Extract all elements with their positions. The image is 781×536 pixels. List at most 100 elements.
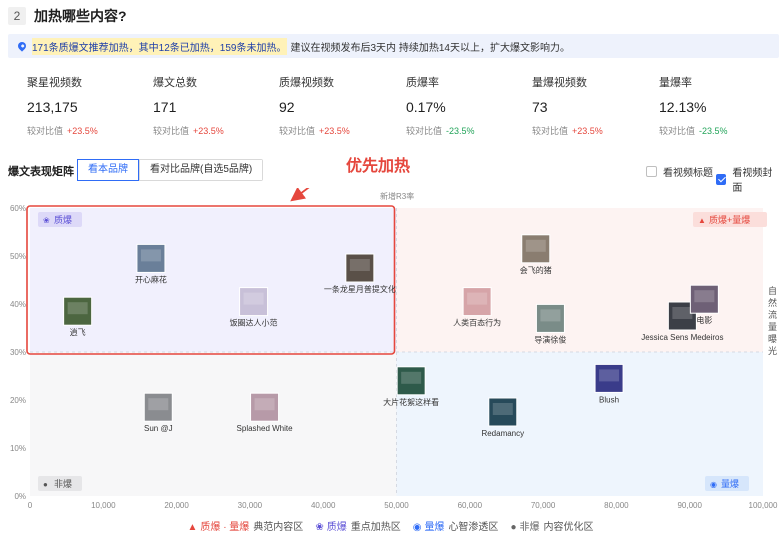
- scatter-point[interactable]: 导演徐俊: [534, 303, 566, 344]
- metric-label: 爆文总数: [153, 77, 197, 89]
- y-tick-label: 30%: [10, 348, 26, 357]
- metric-card: 聚星视频数 213,175 较对比值 +23.5%: [27, 74, 147, 137]
- checkbox-checked-icon[interactable]: [716, 173, 727, 185]
- legend-desc: 典范内容区: [253, 522, 304, 533]
- metric-compare-label: 较对比值: [406, 126, 443, 136]
- tab-compare-brands[interactable]: 看对比品牌(自选5品牌): [139, 160, 263, 180]
- point-label: 饭圈达人小范: [230, 318, 278, 328]
- thumbnail-overlay: [349, 259, 370, 271]
- performance-matrix-chart: 新增R3率 0% 10% 20% 30% 40% 50% 60% 0 10,000 20,000 30…: [10, 188, 778, 510]
- thumbnail-overlay: [525, 239, 546, 252]
- thumbnail-overlay: [492, 403, 513, 415]
- metric-compare-label: 较对比值: [279, 126, 316, 136]
- x-tick-label: 70,000: [531, 501, 556, 510]
- metric-compare: 较对比值 +23.5%: [532, 124, 652, 137]
- metric-compare: 较对比值 +23.5%: [27, 124, 147, 137]
- metric-value: 92: [279, 99, 295, 115]
- scatter-point[interactable]: Sun @J: [143, 392, 173, 433]
- location-pin-icon: [16, 40, 28, 52]
- thumbnail-overlay: [694, 290, 715, 303]
- metric-delta: +23.5%: [319, 126, 350, 136]
- scatter-point[interactable]: Blush: [594, 363, 624, 404]
- thumbnail-overlay: [672, 307, 693, 319]
- point-label: Splashed White: [237, 424, 294, 433]
- metric-card: 量爆视频数 73 较对比值 +23.5%: [532, 74, 652, 137]
- x-tick-label: 100,000: [749, 501, 778, 510]
- metric-delta: -23.5%: [446, 126, 475, 136]
- y-tick-label: 10%: [10, 444, 26, 453]
- banner-highlight: 171条质爆文推荐加热，其中12条已加热，159条未加热。: [32, 37, 287, 55]
- point-label: Sun @J: [144, 424, 173, 433]
- point-label: 导演徐俊: [534, 334, 566, 344]
- point-label: Blush: [599, 395, 619, 404]
- thumbnail-overlay: [599, 369, 620, 382]
- metric-card: 量爆率 12.13% 较对比值 -23.5%: [659, 74, 779, 137]
- legend-label: 非爆: [519, 522, 540, 533]
- quadrant-label: 质爆: [54, 214, 72, 225]
- section-header: 2 加热哪些内容?: [8, 6, 127, 26]
- metric-label: 量爆率: [659, 77, 692, 89]
- section-title: 加热哪些内容?: [34, 8, 127, 24]
- metric-compare-label: 较对比值: [532, 126, 569, 136]
- point-label: 人类百态行为: [453, 318, 501, 328]
- chart-legend: ▲ 质爆 · 量爆 典范内容区 ❀ 质爆 重点加热区 ◉ 量爆 心智渗透区 ● 非爆 内容优化区: [0, 518, 781, 533]
- checkbox-unchecked-icon[interactable]: [646, 166, 657, 177]
- y-tick-label: 60%: [10, 204, 26, 213]
- brand-segmented-control: 看本品牌 看对比品牌(自选5品牌): [77, 159, 264, 181]
- priority-annotation: 优先加热: [346, 158, 411, 175]
- dots-icon: ●: [510, 522, 517, 533]
- point-label: 开心麻花: [135, 274, 167, 284]
- metric-value: 0.17%: [406, 99, 446, 115]
- checkbox-video-title[interactable]: 看视频标题: [646, 164, 713, 179]
- point-label: 电影: [696, 315, 712, 325]
- x-tick-label: 0: [28, 501, 33, 510]
- priority-arrow: [290, 188, 310, 202]
- y-tick-label: 40%: [10, 300, 26, 309]
- y-tick-label: 50%: [10, 252, 26, 261]
- legend-label: 量爆: [424, 522, 445, 533]
- thumbnail-overlay: [540, 309, 561, 322]
- x-tick-label: 50,000: [384, 501, 409, 510]
- flame-icon: ▲: [187, 522, 198, 533]
- quadrant-bottom-left: [30, 352, 397, 496]
- metrics-row: 聚星视频数 213,175 较对比值 +23.5% 爆文总数 171 较对比值 +23.5% 质…: [8, 74, 779, 144]
- x-tick-label: 10,000: [91, 501, 116, 510]
- quadrant-top-right: [396, 208, 763, 352]
- point-label: 一条龙星月普提文化: [324, 284, 396, 294]
- point-label: Jessica Sens Medeiros: [641, 333, 723, 342]
- x-tick-label: 90,000: [677, 501, 702, 510]
- tab-own-brand[interactable]: 看本品牌: [77, 159, 139, 181]
- thumbnail-overlay: [401, 371, 422, 384]
- legend-item: ❀ 质爆 重点加热区: [315, 522, 400, 533]
- badge-check-icon: ◉: [412, 522, 422, 533]
- x-tick-label: 30,000: [238, 501, 263, 510]
- metric-compare-label: 较对比值: [153, 126, 190, 136]
- banner-suggestion: 建议在视频发布后3天内 持续加热14天以上，扩大爆文影响力。: [290, 42, 570, 54]
- legend-item: ▲ 质爆 · 量爆 典范内容区: [188, 522, 304, 533]
- metric-value: 12.13%: [659, 99, 707, 115]
- step-number: 2: [8, 7, 26, 25]
- metric-compare: 较对比值 -23.5%: [659, 124, 779, 137]
- scatter-point[interactable]: 开心麻花: [135, 243, 167, 284]
- metric-label: 质爆率: [406, 77, 439, 89]
- metric-card: 爆文总数 171 较对比值 +23.5%: [153, 74, 273, 137]
- metric-value: 171: [153, 99, 177, 115]
- scatter-point[interactable]: 会飞的猪: [520, 234, 552, 275]
- metric-delta: +23.5%: [572, 126, 603, 136]
- chart-title: 新增R3率: [380, 191, 414, 201]
- metric-compare-label: 较对比值: [659, 126, 696, 136]
- metric-delta: -23.5%: [699, 126, 728, 136]
- flame-icon: ▲: [698, 216, 706, 225]
- thumbnail-overlay: [467, 292, 488, 305]
- x-tick-label: 60,000: [458, 501, 483, 510]
- legend-desc: 心智渗透区: [448, 522, 499, 533]
- metric-delta: +23.5%: [193, 126, 224, 136]
- metric-card: 质爆率 0.17% 较对比值 -23.5%: [406, 74, 526, 137]
- legend-label: 质爆 · 量爆: [200, 522, 250, 533]
- thumbnail-overlay: [140, 249, 161, 262]
- matrix-title: 爆文表现矩阵: [8, 166, 74, 178]
- point-label: 大片花絮这样看: [383, 397, 439, 407]
- point-label: 会飞的猪: [520, 265, 552, 275]
- legend-desc: 重点加热区: [350, 522, 401, 533]
- legend-desc: 内容优化区: [543, 522, 594, 533]
